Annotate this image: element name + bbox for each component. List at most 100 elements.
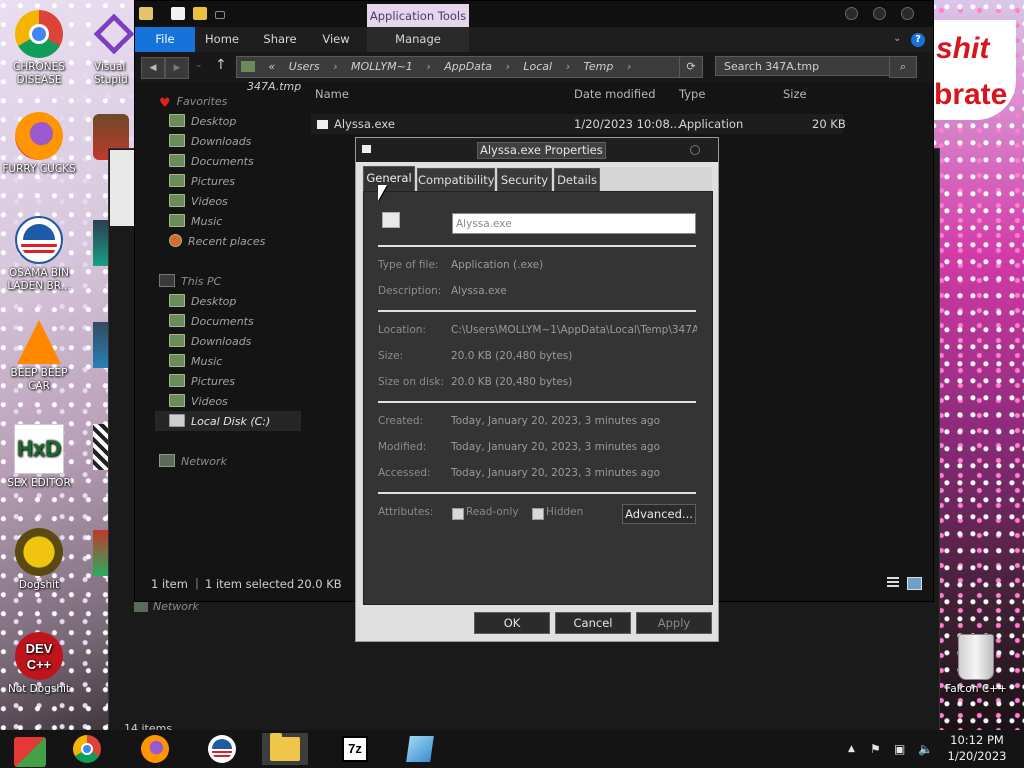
file-name-cell[interactable]: Alyssa.exe [317,117,395,131]
breadcrumb-mollym[interactable]: MOLLYM~1 [351,60,413,73]
chevron-right-icon[interactable]: › [505,60,509,73]
nav-fav-music[interactable]: Music [169,213,222,231]
nav-pc-desktop[interactable]: Desktop [169,293,236,311]
breadcrumb-users[interactable]: Users [289,60,320,73]
refresh-icon[interactable]: ⟳ [679,56,703,78]
taskbar-obama[interactable] [199,733,245,765]
taskbar-chrome[interactable] [64,733,110,765]
desktop-icon-beep[interactable]: BEEP BEEP CAR [0,320,78,393]
desktop-icon-chrones[interactable]: CHRONES DISEASE [0,10,78,87]
column-header-date[interactable]: Date modified [574,87,656,101]
volume-icon[interactable]: 🔈 [918,730,933,768]
taskbar-firefox[interactable] [132,733,178,765]
desktop-icon-falcon[interactable]: Falcon C++ [936,634,1016,696]
address-path[interactable]: « Users › MOLLYM~1 › AppData › Local › T… [236,56,680,93]
chevron-right-icon[interactable]: › [333,60,337,73]
nav-pc-documents[interactable]: Documents [169,313,254,331]
maximize-button[interactable] [873,7,886,20]
desktop-icon-not-dogshit[interactable]: DEV C++ Not Dogshit [0,632,78,696]
column-header-type[interactable]: Type [679,87,705,101]
address-overflow[interactable]: « [269,60,276,73]
desktop-icon-visual-stupid[interactable]: Visual Stupid [74,10,136,87]
chevron-right-icon[interactable]: › [627,60,631,73]
desktop-icon-osama[interactable]: OSAMA BIN LADEN BR... [0,216,78,293]
details-view-icon[interactable] [887,577,899,589]
large-icons-view-icon[interactable] [907,577,922,590]
readonly-label[interactable]: Read-only [466,506,519,518]
taskbar-notepad[interactable] [398,733,444,765]
chrome-icon [15,10,63,58]
chevron-up-icon[interactable]: ▲ [848,730,855,768]
column-header-size[interactable]: Size [783,87,807,101]
tab-details[interactable]: Details [554,168,600,191]
close-button[interactable] [901,7,914,20]
readonly-checkbox[interactable] [452,508,464,520]
breadcrumb-local[interactable]: Local [523,60,552,73]
start-button[interactable] [4,733,50,767]
wallpaper-sign: shit brate [930,20,1016,120]
nav-fav-videos[interactable]: Videos [169,193,228,211]
nav-this-pc[interactable]: This PC [159,273,221,291]
nav-label: Desktop [191,295,237,308]
taskbar-file-explorer[interactable] [262,733,308,765]
new-folder-icon[interactable] [193,7,207,20]
nav-pc-local-disk[interactable]: Local Disk (C:) [169,413,270,431]
search-input[interactable]: Search 347A.tmp [715,56,913,76]
chevron-right-icon[interactable]: › [566,60,570,73]
desktop-icon-sex-editor[interactable]: HxD SEX EDITOR [0,424,78,490]
contextual-tab-header: Application Tools [367,4,469,28]
nav-pc-videos[interactable]: Videos [169,393,228,411]
back-button[interactable]: ◀ [141,57,165,79]
chevron-right-icon[interactable]: › [426,60,430,73]
minimize-button[interactable] [845,7,858,20]
up-arrow-icon[interactable]: ↑ [215,57,227,73]
nav-fav-recent[interactable]: Recent places [169,233,265,251]
recent-locations-icon[interactable]: ⌄ [195,60,203,70]
tab-manage[interactable]: Manage [367,27,469,52]
tab-view[interactable]: View [311,27,361,52]
taskbar-clock[interactable]: 10:12 PM 1/20/2023 [940,732,1014,764]
file-date: 1/20/2023 10:08... [574,117,681,131]
nav-pc-downloads[interactable]: Downloads [169,333,251,351]
chevron-down-icon[interactable] [215,11,225,19]
hidden-label[interactable]: Hidden [546,506,583,518]
tab-compatibility[interactable]: Compatibility [417,168,495,191]
search-icon[interactable]: ⌕ [889,56,917,78]
taskbar-7zip[interactable]: 7z [332,733,378,765]
nav-fav-downloads[interactable]: Downloads [169,133,251,151]
tab-share[interactable]: Share [255,27,305,52]
apply-button[interactable]: Apply [636,612,712,634]
desktop-icon-furry[interactable]: FURRY CUCKS [0,112,78,176]
tab-security[interactable]: Security [497,168,552,191]
ribbon-expand-icon[interactable]: ⌄ [893,33,901,44]
breadcrumb-appdata[interactable]: AppData [444,60,492,73]
network-icon[interactable]: ▣ [894,730,905,768]
nav-pc-music[interactable]: Music [169,353,222,371]
breadcrumb-temp[interactable]: Temp [583,60,613,73]
nav-network[interactable]: Network [159,453,227,471]
desktop-icon-label: Not Dogshit [7,683,71,695]
tab-file[interactable]: File [135,27,195,52]
forward-button[interactable]: ▶ [165,57,189,79]
hidden-checkbox[interactable] [532,508,544,520]
column-header-name[interactable]: Name [315,87,349,101]
file-name-field[interactable]: Alyssa.exe [452,213,696,234]
tab-general[interactable]: General [363,166,415,193]
desktop-icon-dogshit[interactable]: Dogshit [0,528,78,592]
nav-pc-pictures[interactable]: Pictures [169,373,235,391]
cancel-button[interactable]: Cancel [555,612,631,634]
tab-home[interactable]: Home [197,27,247,52]
dialog-titlebar[interactable]: Alyssa.exe Properties [356,138,718,162]
nav-favorites[interactable]: ♥ Favorites [159,93,227,111]
flag-icon[interactable]: ⚑ [870,730,881,768]
help-icon[interactable]: ? [911,33,925,47]
close-icon[interactable] [690,145,700,155]
folder-icon[interactable] [139,7,153,20]
properties-icon[interactable] [171,7,185,20]
properties-dialog[interactable]: Alyssa.exe Properties General Compatibil… [355,137,719,642]
ok-button[interactable]: OK [474,612,550,634]
nav-fav-desktop[interactable]: Desktop [169,113,236,131]
nav-fav-documents[interactable]: Documents [169,153,254,171]
advanced-button[interactable]: Advanced... [622,504,696,524]
nav-fav-pictures[interactable]: Pictures [169,173,235,191]
